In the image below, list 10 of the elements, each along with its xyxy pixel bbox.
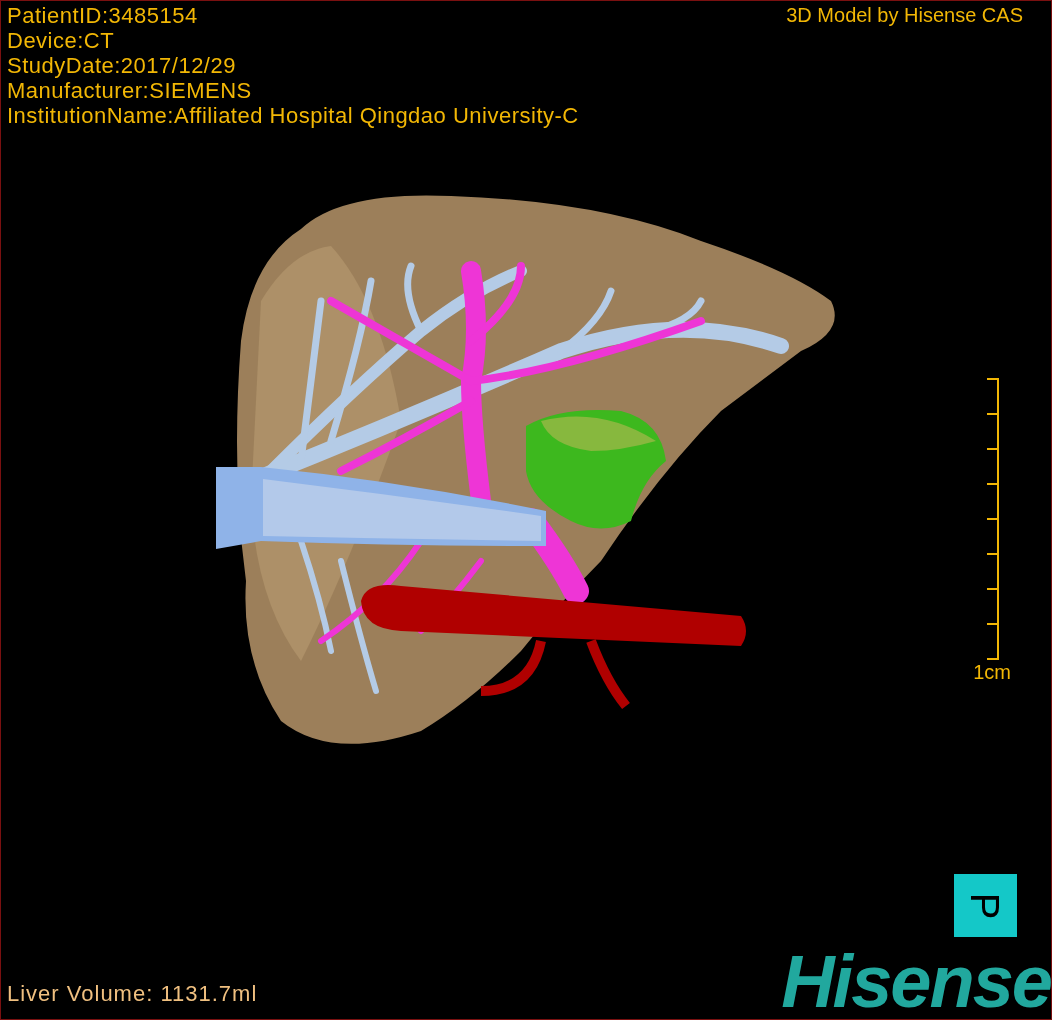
orientation-marker: P bbox=[954, 874, 1017, 937]
patient-info-text: InstitutionName:Affiliated Hospital Qingdao University-C bbox=[7, 103, 579, 128]
logo: Hisense bbox=[781, 947, 1051, 1017]
patient-info-text: StudyDate:2017/12/29 bbox=[7, 53, 237, 78]
patient-info-text: PatientID:3485154 bbox=[7, 3, 199, 28]
model-credit-text: 3D Model by Hisense CAS bbox=[786, 3, 1024, 28]
scale-label: 1cm bbox=[973, 660, 1011, 684]
patient-info-text: Device:CT bbox=[7, 28, 116, 53]
liver-volume-text: Liver Volume: 1131.7ml bbox=[7, 980, 258, 1008]
patient-info-text: Manufacturer:SIEMENS bbox=[7, 78, 253, 103]
